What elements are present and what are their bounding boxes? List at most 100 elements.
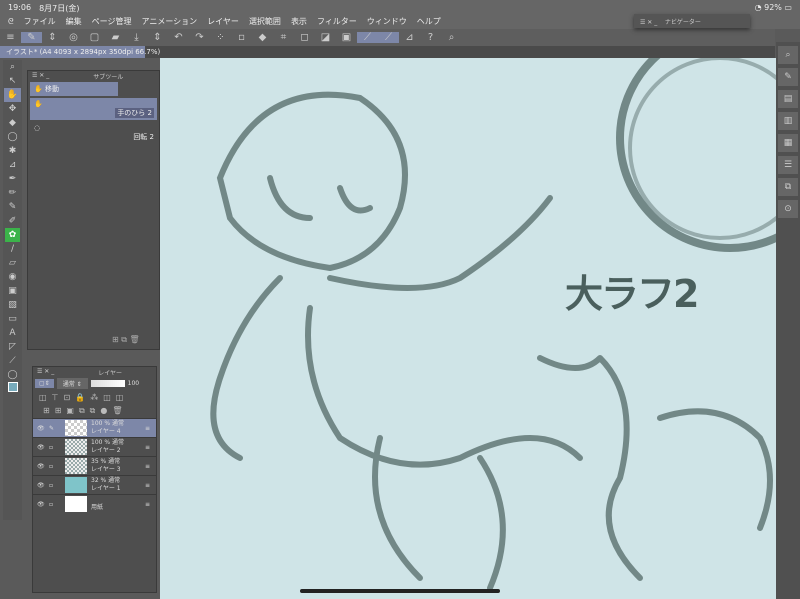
fill-icon[interactable]: ◆	[252, 32, 273, 43]
menu-filter[interactable]: フィルター	[317, 16, 357, 27]
eraser-tool-icon[interactable]: ◆	[9, 116, 16, 130]
visibility-eye-icon[interactable]: 👁	[37, 501, 49, 508]
eyedropper-tool-icon[interactable]: ⊿	[9, 158, 17, 172]
snap-icon[interactable]: ⊿	[399, 32, 420, 43]
visibility-eye-icon[interactable]: 👁	[37, 444, 49, 451]
menu-edit[interactable]: 編集	[66, 16, 82, 27]
menu-file[interactable]: ファイル	[24, 16, 56, 27]
drag-handle-icon[interactable]: ≡	[145, 482, 150, 489]
layer-name: レイヤー 2	[91, 447, 121, 454]
help-icon[interactable]: ?	[420, 32, 441, 43]
menu-window[interactable]: ウィンドウ	[367, 16, 407, 27]
menu-view[interactable]: 表示	[291, 16, 307, 27]
status-bar: 19:06 8月7日(金) ◔ 92% ▭	[0, 0, 800, 14]
pencil-tool-icon[interactable]: ✏	[9, 186, 17, 200]
zoom-tool-icon[interactable]: ⌕	[10, 60, 15, 74]
layer-row[interactable]: 👁 ▫ 100 % 通常 レイヤー 2 ≡	[33, 437, 156, 456]
correction-tool-icon[interactable]: ◯	[7, 368, 17, 382]
stepper-icon[interactable]: ⇕	[147, 32, 168, 43]
color-set-icon[interactable]: ▦	[778, 134, 798, 152]
edit-pen-icon[interactable]: ✎	[49, 425, 59, 432]
crop-icon[interactable]: ⌗	[273, 32, 294, 43]
layer-color-button[interactable]: ▢⇕	[35, 379, 54, 388]
drag-handle-icon[interactable]: ≡	[145, 463, 150, 470]
search-icon[interactable]: ⌕	[441, 32, 462, 43]
deselect-icon[interactable]: ⁘	[210, 32, 231, 43]
drag-handle-icon[interactable]: ≡	[145, 501, 150, 508]
menu-help[interactable]: ヘルプ	[417, 16, 441, 27]
material-icon[interactable]: ▤	[778, 90, 798, 108]
edit-icon[interactable]: ✎	[21, 32, 42, 43]
opacity-value[interactable]: 100	[128, 380, 139, 387]
subtool-group-move[interactable]: ✋ 移動	[30, 82, 118, 96]
gradient-tool-icon[interactable]: ▣	[8, 284, 17, 298]
lasso-tool-icon[interactable]: ◯	[7, 130, 17, 144]
redo-icon[interactable]: ↷	[189, 32, 210, 43]
clear-icon[interactable]: ▫	[231, 32, 252, 43]
brush-tool-icon[interactable]: ✎	[9, 200, 17, 214]
lock-checkbox[interactable]: ▫	[49, 482, 59, 489]
app-logo-icon[interactable]: ᘓ	[8, 17, 14, 27]
layer-row[interactable]: 👁 ✎ 100 % 通常 レイヤー 4 ≡	[33, 418, 156, 437]
layer-property-icon[interactable]: ▥	[778, 112, 798, 130]
drag-handle-icon[interactable]: ≡	[145, 444, 150, 451]
figure-tool-icon[interactable]: ▧	[8, 298, 17, 312]
hand-tool-icon[interactable]: ✋	[4, 88, 21, 102]
visibility-eye-icon[interactable]: 👁	[37, 425, 49, 432]
blend-mode-select[interactable]: 通常 ⇕	[56, 378, 88, 389]
drag-handle-icon[interactable]: ≡	[145, 425, 150, 432]
menu-animation[interactable]: アニメーション	[141, 16, 197, 27]
menu-layer[interactable]: レイヤー	[207, 16, 239, 27]
save-icon[interactable]: ⤓	[126, 32, 147, 43]
layer-row[interactable]: 👁 ▫ 35 % 通常 レイヤー 3 ≡	[33, 456, 156, 475]
operation-tool-icon[interactable]: ↖	[9, 74, 17, 88]
new-icon[interactable]: ▢	[84, 32, 105, 43]
color-swatch-icon[interactable]	[7, 382, 18, 396]
selection-icon[interactable]: ◻	[294, 32, 315, 43]
layer-toolbar-1[interactable]: ◫⊤⊡🔒⁂◫◫	[33, 391, 156, 404]
stepper-icon[interactable]: ⇕	[42, 32, 63, 43]
invert-icon[interactable]: ◪	[315, 32, 336, 43]
move-tool-icon[interactable]: ✥	[9, 102, 17, 116]
layer-row[interactable]: 👁 ▫ 用紙 ≡	[33, 494, 156, 513]
line-tool-icon[interactable]: ⟋	[9, 354, 15, 368]
visibility-eye-icon[interactable]: 👁	[37, 463, 49, 470]
subtool-item-hand[interactable]: ✋ 手のひら 2	[30, 98, 157, 120]
lock-checkbox[interactable]: ▫	[49, 463, 59, 470]
transform-icon[interactable]: ▣	[336, 32, 357, 43]
drawing-canvas[interactable]: 大ラフ2	[160, 58, 776, 599]
opacity-slider[interactable]	[90, 380, 125, 387]
tool-property-icon[interactable]: ✎	[778, 68, 798, 86]
undo-icon[interactable]: ↶	[168, 32, 189, 43]
airbrush-tool-icon[interactable]: ✐	[9, 214, 17, 228]
menu-page[interactable]: ページ管理	[92, 16, 132, 27]
navigator-panel[interactable]: ☰ ✕ _ ナビゲーター	[634, 14, 750, 28]
open-icon[interactable]: ▰	[105, 32, 126, 43]
menu-selection[interactable]: 選択範囲	[249, 16, 281, 27]
brush-snap-icon[interactable]: ⟋	[378, 32, 399, 43]
text-tool-icon[interactable]: A	[9, 326, 15, 340]
lock-checkbox[interactable]: ▫	[49, 501, 59, 508]
visibility-eye-icon[interactable]: 👁	[37, 482, 49, 489]
settings-icon[interactable]: ◎	[63, 32, 84, 43]
subtool-item-rotate[interactable]: ◌ 回転 2	[30, 122, 157, 144]
hamburger-icon[interactable]: ≡	[0, 32, 21, 43]
fill-tool-icon[interactable]: ◉	[9, 270, 17, 284]
balloon-tool-icon[interactable]: ◸	[9, 340, 16, 354]
eraser2-tool-icon[interactable]: ▱	[9, 256, 16, 270]
tab-document[interactable]: イラスト* (A4 4093 x 2894px 350dpi 66.7%)	[0, 46, 160, 58]
layer-toolbar-2[interactable]: ⊞⊞▣⧉⧉●🗑	[33, 404, 156, 418]
decoration-tool-icon[interactable]: ✿	[5, 228, 20, 242]
layer-icon[interactable]: ☰	[778, 156, 798, 174]
pen-tool-icon[interactable]: ✒	[9, 172, 17, 186]
history-icon[interactable]: ⧉	[778, 178, 798, 196]
subtool-footer-icons[interactable]: ⊞ ⧉ 🗑	[112, 335, 140, 345]
blend-tool-icon[interactable]: /	[11, 242, 14, 256]
navigator-icon[interactable]: ⌕	[778, 46, 798, 64]
layer-row[interactable]: 👁 ▫ 32 % 通常 レイヤー 1 ≡	[33, 475, 156, 494]
search-layer-icon[interactable]: ⊙	[778, 200, 798, 218]
ruler-icon[interactable]: ⟋	[357, 32, 378, 43]
lock-checkbox[interactable]: ▫	[49, 444, 59, 451]
frame-tool-icon[interactable]: ▭	[8, 312, 17, 326]
wand-tool-icon[interactable]: ✱	[9, 144, 17, 158]
